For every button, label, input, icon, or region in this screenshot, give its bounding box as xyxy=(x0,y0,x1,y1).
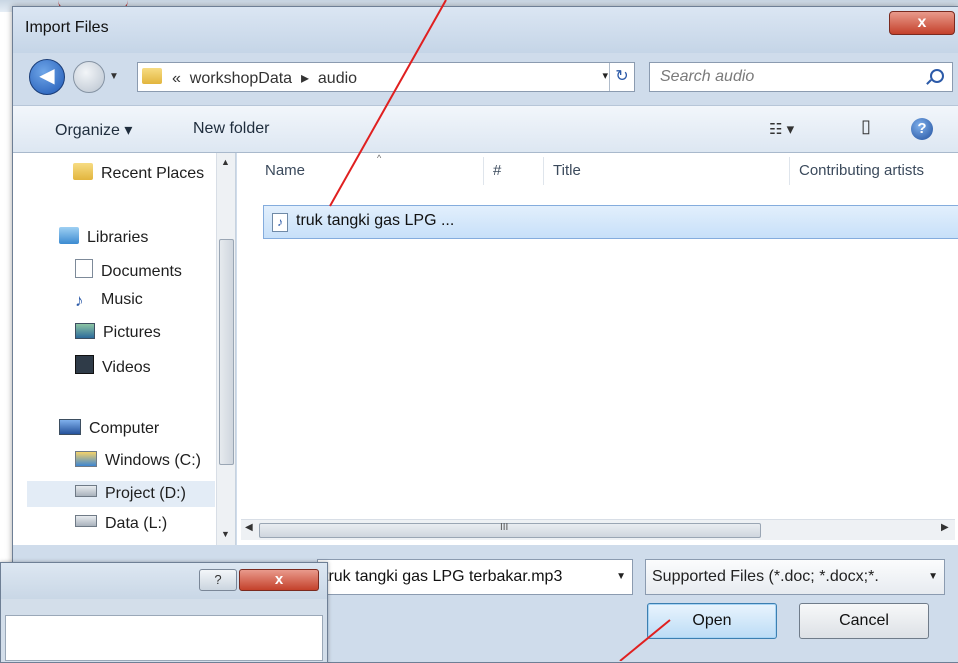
file-name-value[interactable]: truk tangki gas LPG terbakar.mp3 xyxy=(324,568,604,586)
scroll-left-icon[interactable]: ◀ xyxy=(245,522,253,533)
column-divider[interactable] xyxy=(543,157,544,185)
horizontal-scrollbar[interactable]: ◀ III ▶ xyxy=(241,519,955,540)
breadcrumb[interactable]: « workshopData ▸ audio xyxy=(172,68,357,88)
help-button[interactable]: ? xyxy=(199,569,237,591)
back-button[interactable]: ◀ xyxy=(29,59,65,95)
command-toolbar: Organize ▾ New folder ☷ ▾ ▯ ? xyxy=(13,105,958,153)
navigation-pane: Recent Places Libraries Documents ♪ Music… xyxy=(13,153,236,545)
horizontal-scroll-thumb[interactable]: III xyxy=(259,522,761,538)
new-folder-button[interactable]: New folder xyxy=(193,120,269,138)
breadcrumb-audio[interactable]: audio xyxy=(318,70,357,87)
change-view-icon[interactable]: ☷ ▾ xyxy=(769,120,794,138)
cancel-button[interactable]: Cancel xyxy=(799,603,929,639)
preview-pane-icon[interactable]: ▯ xyxy=(861,116,871,137)
column-header-title[interactable]: Title xyxy=(553,153,581,189)
computer-icon xyxy=(59,419,81,435)
column-divider[interactable] xyxy=(483,157,484,185)
column-header-number[interactable]: # xyxy=(493,153,501,189)
close-button[interactable]: x xyxy=(889,11,955,35)
address-bar[interactable]: « workshopData ▸ audio ▾ ↻ xyxy=(137,62,635,92)
nav-item-label: Videos xyxy=(102,359,151,376)
nav-item-pictures[interactable]: Pictures xyxy=(75,323,161,349)
file-row[interactable]: ♪ truk tangki gas LPG ... xyxy=(263,205,958,239)
nav-scroll-thumb[interactable] xyxy=(219,239,234,465)
nav-item-recent-places[interactable]: Recent Places xyxy=(73,163,204,189)
nav-item-windows-c[interactable]: Windows (C:) xyxy=(75,451,201,477)
secondary-window-titlebar[interactable]: ? x xyxy=(1,563,327,599)
file-type-value: Supported Files (*.doc; *.docx;*. xyxy=(652,568,879,585)
nav-item-computer[interactable]: Computer xyxy=(59,419,159,445)
documents-icon xyxy=(75,259,93,278)
libraries-icon xyxy=(59,227,79,244)
search-input[interactable]: Search audio xyxy=(660,68,754,86)
nav-item-label: Data (L:) xyxy=(105,515,168,532)
nav-item-documents[interactable]: Documents xyxy=(75,259,182,285)
secondary-window: ? x xyxy=(0,562,328,663)
folder-icon xyxy=(142,68,162,84)
drive-icon xyxy=(75,515,97,527)
file-list-pane: ^ Name # Title Contributing artists ♪ tr… xyxy=(237,153,958,545)
scroll-down-icon[interactable]: ▼ xyxy=(221,529,230,539)
breadcrumb-chevrons[interactable]: « xyxy=(172,70,181,87)
scroll-grip-icon: III xyxy=(500,522,509,533)
column-header-contributing-artists[interactable]: Contributing artists xyxy=(799,153,924,189)
history-dropdown-icon[interactable]: ▼ xyxy=(109,71,119,82)
nav-pane-scrollbar[interactable]: ▲ ▼ xyxy=(216,153,235,545)
breadcrumb-separator-icon[interactable]: ▸ xyxy=(301,70,309,87)
scroll-right-icon[interactable]: ▶ xyxy=(941,522,949,533)
nav-item-videos[interactable]: Videos xyxy=(75,355,151,381)
chevron-down-icon[interactable]: ▼ xyxy=(928,571,938,582)
nav-item-label: Pictures xyxy=(103,324,161,341)
column-header-name[interactable]: Name xyxy=(265,153,305,189)
nav-item-label: Recent Places xyxy=(101,165,205,182)
dialog-titlebar[interactable]: Import Files x xyxy=(13,7,958,53)
file-name-field[interactable]: truk tangki gas LPG terbakar.mp3 ▼ xyxy=(317,559,633,595)
drive-icon xyxy=(75,451,97,467)
nav-item-label: Documents xyxy=(101,263,182,280)
dialog-title: Import Files xyxy=(25,19,109,36)
recent-places-icon xyxy=(73,163,93,180)
organize-button[interactable]: Organize ▾ xyxy=(55,120,132,140)
nav-item-project-d[interactable]: Project (D:) xyxy=(27,481,215,507)
nav-item-label: Libraries xyxy=(87,229,149,246)
nav-item-music[interactable]: ♪ Music xyxy=(75,291,143,317)
nav-item-label: Music xyxy=(101,291,143,308)
column-divider[interactable] xyxy=(789,157,790,185)
forward-button[interactable] xyxy=(73,61,105,93)
nav-item-label: Windows (C:) xyxy=(105,452,202,469)
pictures-icon xyxy=(75,323,95,339)
chevron-down-icon[interactable]: ▼ xyxy=(616,571,626,582)
file-name: truk tangki gas LPG ... xyxy=(296,212,455,229)
file-type-filter[interactable]: Supported Files (*.doc; *.docx;*. ▼ xyxy=(645,559,945,595)
address-dropdown-icon[interactable]: ▾ xyxy=(602,69,608,82)
help-icon[interactable]: ? xyxy=(911,118,933,140)
secondary-window-body xyxy=(5,615,323,661)
refresh-button[interactable]: ↻ xyxy=(609,63,634,91)
nav-item-data-l[interactable]: Data (L:) xyxy=(75,515,167,541)
search-box[interactable]: Search audio xyxy=(649,62,953,92)
music-icon: ♪ xyxy=(75,291,84,310)
search-icon[interactable] xyxy=(930,69,944,83)
sort-ascending-icon: ^ xyxy=(377,153,382,163)
breadcrumb-workshopdata[interactable]: workshopData xyxy=(190,70,292,87)
nav-item-libraries[interactable]: Libraries xyxy=(59,227,148,253)
videos-icon xyxy=(75,355,94,374)
scroll-up-icon[interactable]: ▲ xyxy=(221,157,230,167)
nav-item-label: Computer xyxy=(89,420,160,437)
close-button[interactable]: x xyxy=(239,569,319,591)
audio-file-icon: ♪ xyxy=(272,213,288,232)
nav-item-label: Project (D:) xyxy=(105,485,186,502)
open-button[interactable]: Open xyxy=(647,603,777,639)
drive-icon xyxy=(75,485,97,497)
